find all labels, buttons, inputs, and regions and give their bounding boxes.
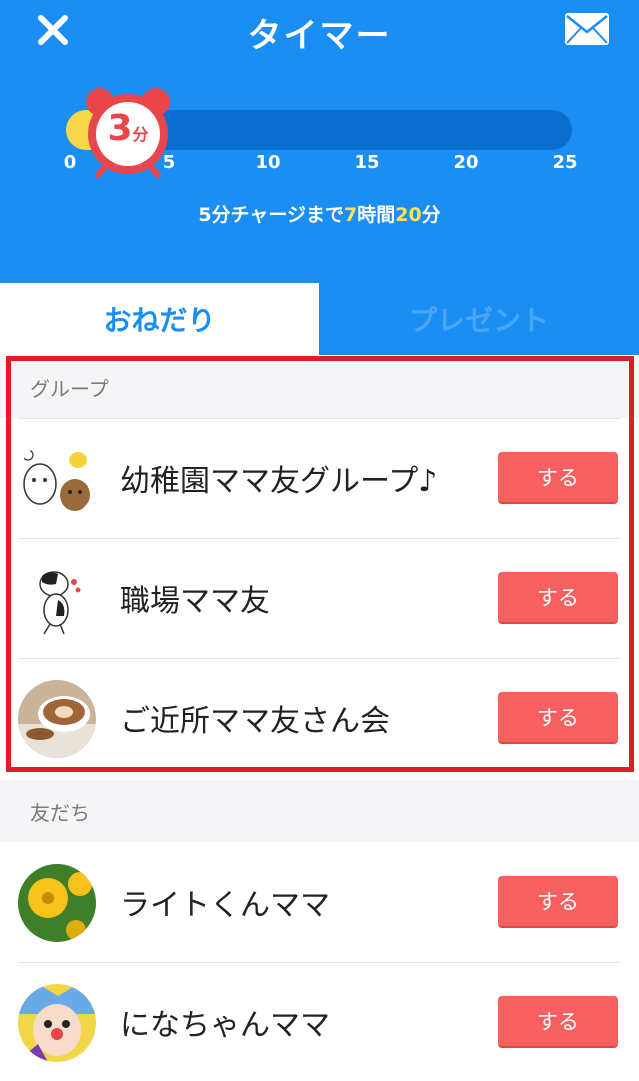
page-title: タイマー bbox=[247, 16, 392, 56]
timer-value-unit: 分 bbox=[132, 125, 149, 144]
request-button[interactable]: する bbox=[498, 572, 618, 624]
request-button[interactable]: する bbox=[498, 996, 618, 1048]
group-name: 職場ママ友 bbox=[120, 584, 270, 619]
charge-status: 5分チャージまで7時間20分 bbox=[0, 200, 639, 227]
timer-header: タイマー 0 5 10 15 20 25 3分 5分チャージまで7時間20分 bbox=[0, 0, 639, 283]
timer-tick: 15 bbox=[354, 152, 380, 173]
timer-value-number: 3 bbox=[107, 108, 133, 149]
timer-tick: 25 bbox=[552, 152, 578, 173]
timer-tick: 0 bbox=[63, 152, 77, 173]
coffee-avatar bbox=[18, 680, 96, 758]
friend-name: ライトくんママ bbox=[120, 888, 330, 923]
list-item[interactable]: になちゃんママ する bbox=[0, 962, 639, 1081]
request-button[interactable]: する bbox=[498, 452, 618, 504]
timer-tick: 10 bbox=[255, 152, 281, 173]
tab-present[interactable]: プレゼント bbox=[319, 283, 639, 355]
charge-prefix: 5分チャージまで bbox=[198, 204, 344, 226]
friend-name: になちゃんママ bbox=[120, 1008, 330, 1043]
charge-minutes: 20 bbox=[395, 204, 422, 226]
timer-tick: 20 bbox=[453, 152, 479, 173]
list-item[interactable]: ご近所ママ友さん会 する bbox=[0, 658, 639, 778]
charge-hours: 7 bbox=[343, 204, 358, 226]
friends-section-header: 友だち bbox=[0, 780, 639, 842]
list-item[interactable]: ライトくんママ する bbox=[0, 842, 639, 962]
list-item[interactable]: 幼稚園ママ友グループ♪ する bbox=[0, 418, 639, 538]
request-button[interactable]: する bbox=[498, 876, 618, 928]
group-name: ご近所ママ友さん会 bbox=[120, 704, 390, 739]
divider bbox=[18, 538, 621, 539]
charge-minutes-label: 分 bbox=[421, 204, 441, 226]
clown-avatar bbox=[18, 984, 96, 1062]
group-name: 幼稚園ママ友グループ♪ bbox=[120, 464, 438, 499]
group-section-header: グループ bbox=[0, 356, 639, 418]
list-item[interactable]: 職場ママ友 する bbox=[0, 538, 639, 658]
charge-hours-label: 時間 bbox=[357, 204, 396, 226]
stickers-avatar bbox=[18, 440, 96, 518]
request-button[interactable]: する bbox=[498, 692, 618, 744]
yellow-flower-avatar bbox=[18, 864, 96, 942]
tab-bar: おねだり プレゼント bbox=[0, 283, 639, 355]
tab-onedari[interactable]: おねだり bbox=[0, 283, 319, 355]
timer-value: 3分 bbox=[80, 108, 176, 149]
cat-avatar bbox=[18, 560, 96, 638]
mail-icon[interactable] bbox=[563, 11, 611, 47]
